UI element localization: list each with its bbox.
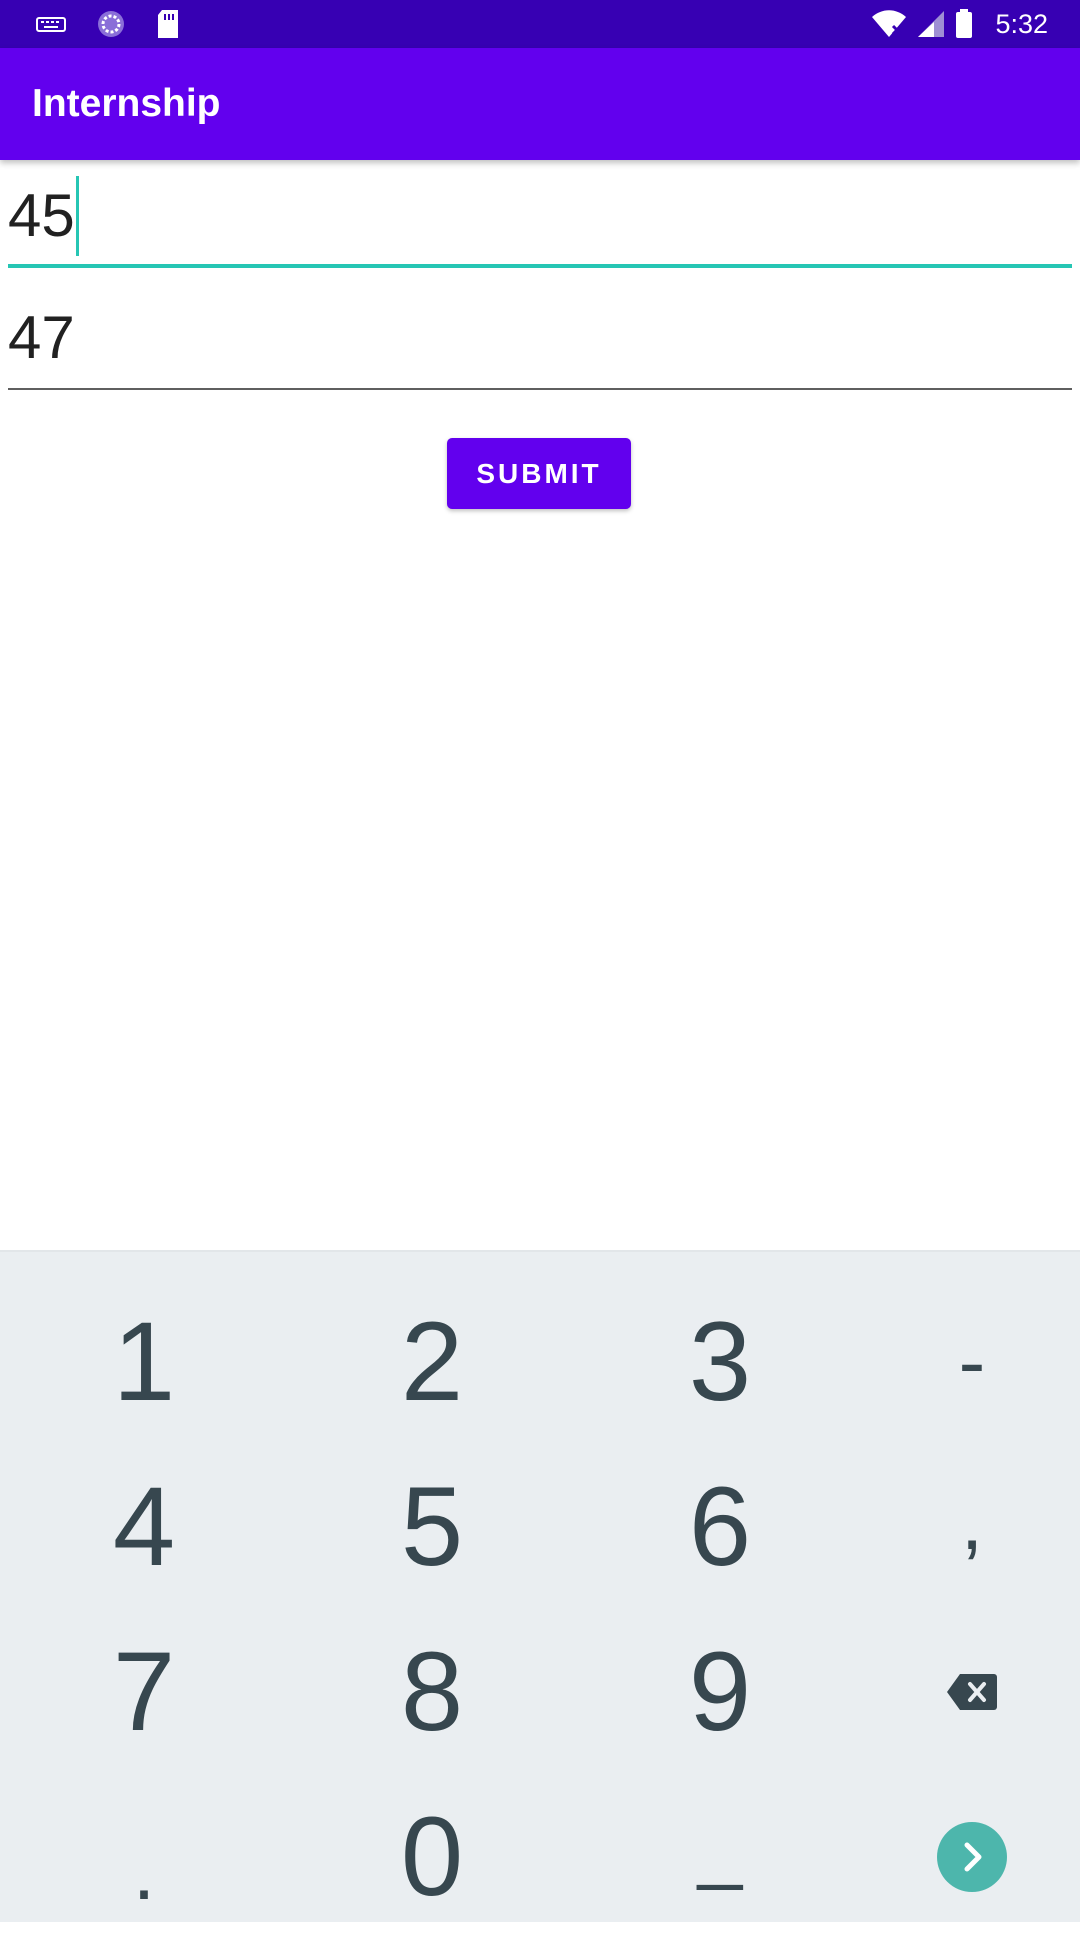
number-input-1-value: 45	[8, 182, 75, 249]
battery-icon	[955, 9, 973, 39]
key-8[interactable]: 8	[332, 1617, 532, 1767]
key-2[interactable]: 2	[332, 1287, 532, 1437]
keyboard-icon	[36, 15, 66, 33]
app-title: Internship	[32, 82, 221, 125]
backspace-icon	[946, 1672, 998, 1712]
status-bar: 5:32	[0, 0, 1080, 48]
status-left-icons	[36, 0, 180, 48]
wifi-off-icon	[871, 10, 907, 38]
key-comma[interactable]: ,	[872, 1447, 1072, 1597]
key-minus[interactable]: -	[872, 1287, 1072, 1437]
number-input-1-underline	[8, 264, 1072, 268]
next-icon	[936, 1821, 1008, 1893]
key-4[interactable]: 4	[44, 1452, 244, 1602]
key-3[interactable]: 3	[620, 1287, 820, 1437]
key-underscore[interactable]: _	[620, 1772, 820, 1922]
status-right-icons: 5:32	[871, 0, 1048, 48]
signal-icon	[917, 10, 945, 38]
key-dot[interactable]: .	[44, 1797, 244, 1947]
number-input-2[interactable]: 47	[8, 290, 1072, 390]
next-key[interactable]	[872, 1782, 1072, 1932]
number-input-2-text: 47	[8, 298, 75, 378]
app-bar: Internship	[0, 48, 1080, 160]
key-7[interactable]: 7	[44, 1617, 244, 1767]
status-time: 5:32	[995, 8, 1048, 39]
key-6[interactable]: 6	[620, 1452, 820, 1602]
key-0[interactable]: 0	[332, 1782, 532, 1932]
sync-icon	[96, 9, 126, 39]
sd-card-icon	[156, 9, 180, 39]
number-input-1-text: 45	[8, 176, 79, 256]
submit-button[interactable]: SUBMIT	[447, 438, 631, 509]
backspace-key[interactable]	[872, 1617, 1072, 1767]
number-input-2-value: 47	[8, 304, 75, 371]
key-5[interactable]: 5	[332, 1452, 532, 1602]
numeric-keypad: 1 2 3 - 4 5 6 , 7 8 9 . 0 _	[0, 1250, 1080, 1922]
number-input-1[interactable]: 45	[8, 168, 1072, 268]
key-9[interactable]: 9	[620, 1617, 820, 1767]
text-cursor	[75, 176, 79, 256]
key-1[interactable]: 1	[44, 1287, 244, 1437]
number-input-2-underline	[8, 388, 1072, 390]
